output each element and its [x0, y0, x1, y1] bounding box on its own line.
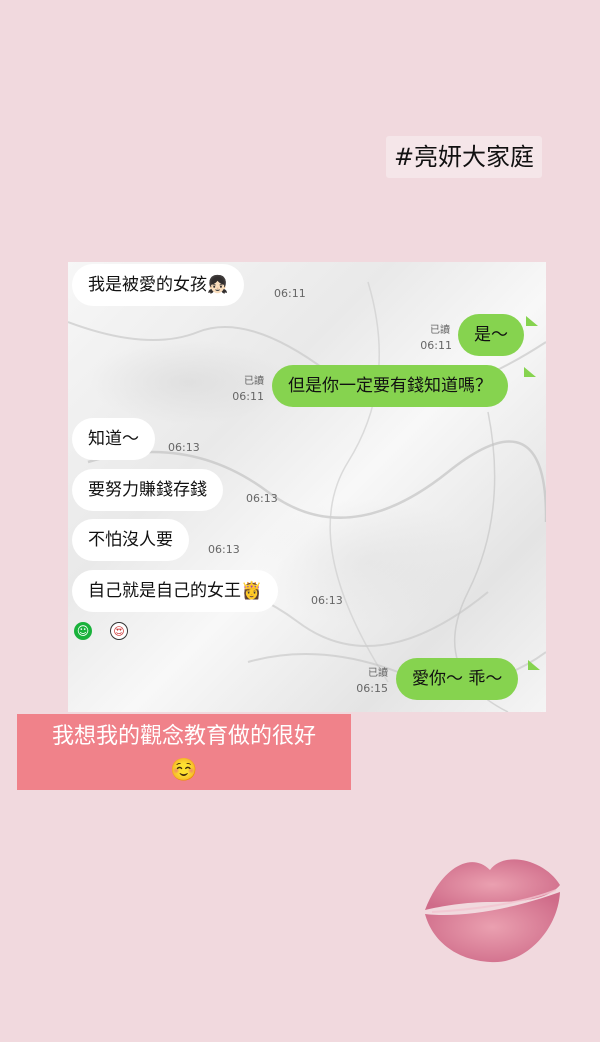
message-time: 06:13 — [246, 492, 278, 505]
caption-text: 我想我的觀念教育做的很好 — [51, 724, 316, 749]
smile-reaction-icon[interactable]: ☺ — [74, 622, 92, 640]
read-receipt: 已讀 — [244, 376, 264, 387]
message-time: 06:11 — [232, 390, 264, 403]
message-text: 愛你～ 乖～ — [412, 669, 503, 689]
message-text: 是～ — [474, 325, 508, 345]
bubble-tail — [524, 367, 536, 377]
message-text: 知道～ — [88, 429, 139, 449]
message-bubble-incoming[interactable]: 自己就是自己的女王👸 — [72, 570, 279, 612]
smiling-emoji-icon: ☺️ — [170, 758, 198, 783]
princess-emoji-icon: 👸 — [241, 581, 263, 601]
message-bubble-incoming[interactable]: 要努力賺錢存錢 — [72, 469, 223, 511]
message-text: 我是被愛的女孩 — [88, 275, 207, 295]
bubble-tail — [526, 316, 538, 326]
message-bubble-incoming[interactable]: 知道～ — [72, 418, 155, 460]
message-time: 06:11 — [274, 287, 306, 300]
heart-eyes-reaction-icon[interactable]: 😍 — [110, 622, 128, 640]
message-bubble-outgoing[interactable]: 但是你一定要有錢知道嗎？ — [272, 365, 508, 407]
read-receipt: 已讀 — [430, 325, 450, 336]
message-time: 06:15 — [356, 682, 388, 695]
message-time: 06:13 — [208, 543, 240, 556]
hashtag-label: #亮妍大家庭 — [386, 136, 542, 178]
message-bubble-incoming[interactable]: 不怕沒人要 — [72, 519, 189, 561]
message-bubble-incoming[interactable]: 我是被愛的女孩👧🏻 — [72, 264, 245, 306]
message-time: 06:11 — [420, 339, 452, 352]
message-bubble-outgoing[interactable]: 愛你～ 乖～ — [396, 658, 519, 700]
message-bubble-outgoing[interactable]: 是～ — [458, 314, 524, 356]
message-text: 要努力賺錢存錢 — [88, 480, 207, 500]
chat-screenshot: 我是被愛的女孩👧🏻 06:11 已讀 06:11 是～ 已讀 06:11 但是你… — [68, 262, 546, 712]
message-text: 不怕沒人要 — [88, 530, 173, 550]
bubble-tail — [528, 660, 540, 670]
message-text: 但是你一定要有錢知道嗎？ — [288, 376, 492, 396]
message-time: 06:13 — [311, 594, 343, 607]
lips-kiss-icon — [425, 859, 560, 963]
message-time: 06:13 — [168, 441, 200, 454]
caption-banner: 我想我的觀念教育做的很好 ☺️ — [17, 714, 351, 790]
message-text: 自己就是自己的女王 — [88, 581, 241, 601]
girl-emoji-icon: 👧🏻 — [207, 275, 229, 295]
read-receipt: 已讀 — [368, 668, 388, 679]
